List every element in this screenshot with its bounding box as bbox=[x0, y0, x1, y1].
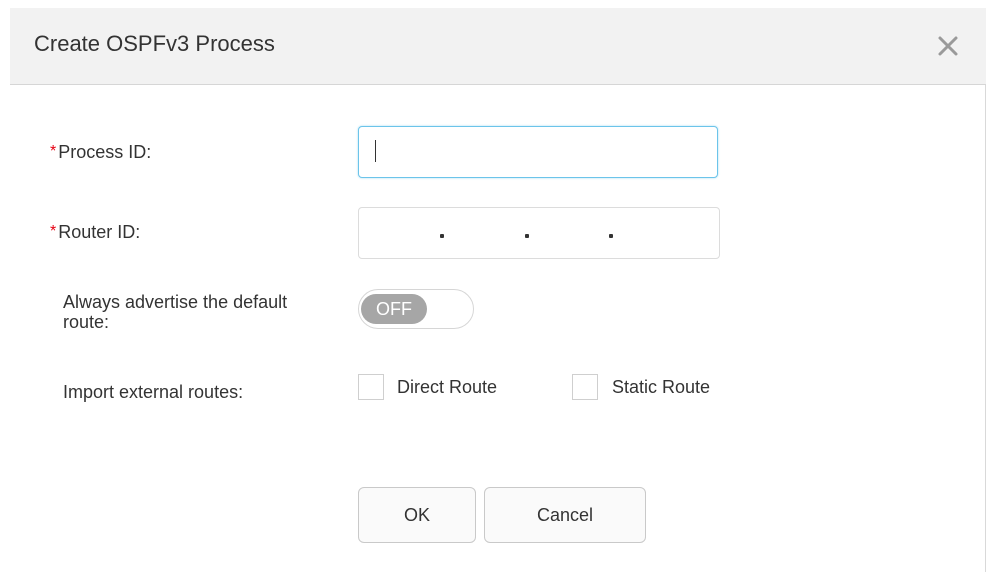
dialog-header: Create OSPFv3 Process bbox=[10, 8, 986, 85]
ip-separator-dot bbox=[440, 234, 444, 238]
dialog-title: Create OSPFv3 Process bbox=[34, 31, 275, 56]
default-route-toggle[interactable]: OFF bbox=[358, 289, 474, 329]
ok-button[interactable]: OK bbox=[358, 487, 476, 543]
ip-separator-dot bbox=[525, 234, 529, 238]
required-mark: * bbox=[50, 223, 57, 240]
toggle-state-label: OFF bbox=[361, 294, 427, 324]
ip-separator-dot bbox=[609, 234, 613, 238]
close-icon bbox=[936, 34, 960, 58]
direct-route-label: Direct Route bbox=[397, 377, 498, 397]
process-id-label-group: * Process ID: bbox=[50, 142, 151, 163]
direct-route-checkbox[interactable] bbox=[358, 374, 384, 400]
router-id-label-group: * Router ID: bbox=[50, 222, 140, 243]
router-id-input[interactable] bbox=[358, 207, 720, 259]
static-route-label: Static Route bbox=[612, 377, 711, 397]
text-caret bbox=[375, 140, 376, 162]
cancel-button[interactable]: Cancel bbox=[484, 487, 646, 543]
required-mark: * bbox=[50, 143, 57, 160]
default-route-label: Always advertise the default route: bbox=[63, 292, 288, 332]
close-button[interactable] bbox=[936, 34, 960, 58]
external-routes-label: Import external routes: bbox=[63, 382, 244, 402]
static-route-checkbox[interactable] bbox=[572, 374, 598, 400]
process-id-input[interactable] bbox=[358, 126, 718, 178]
process-id-label: Process ID: bbox=[58, 142, 152, 162]
router-id-label: Router ID: bbox=[58, 222, 141, 242]
create-ospfv3-dialog: Create OSPFv3 Process * Process ID: * Rout… bbox=[10, 8, 986, 572]
